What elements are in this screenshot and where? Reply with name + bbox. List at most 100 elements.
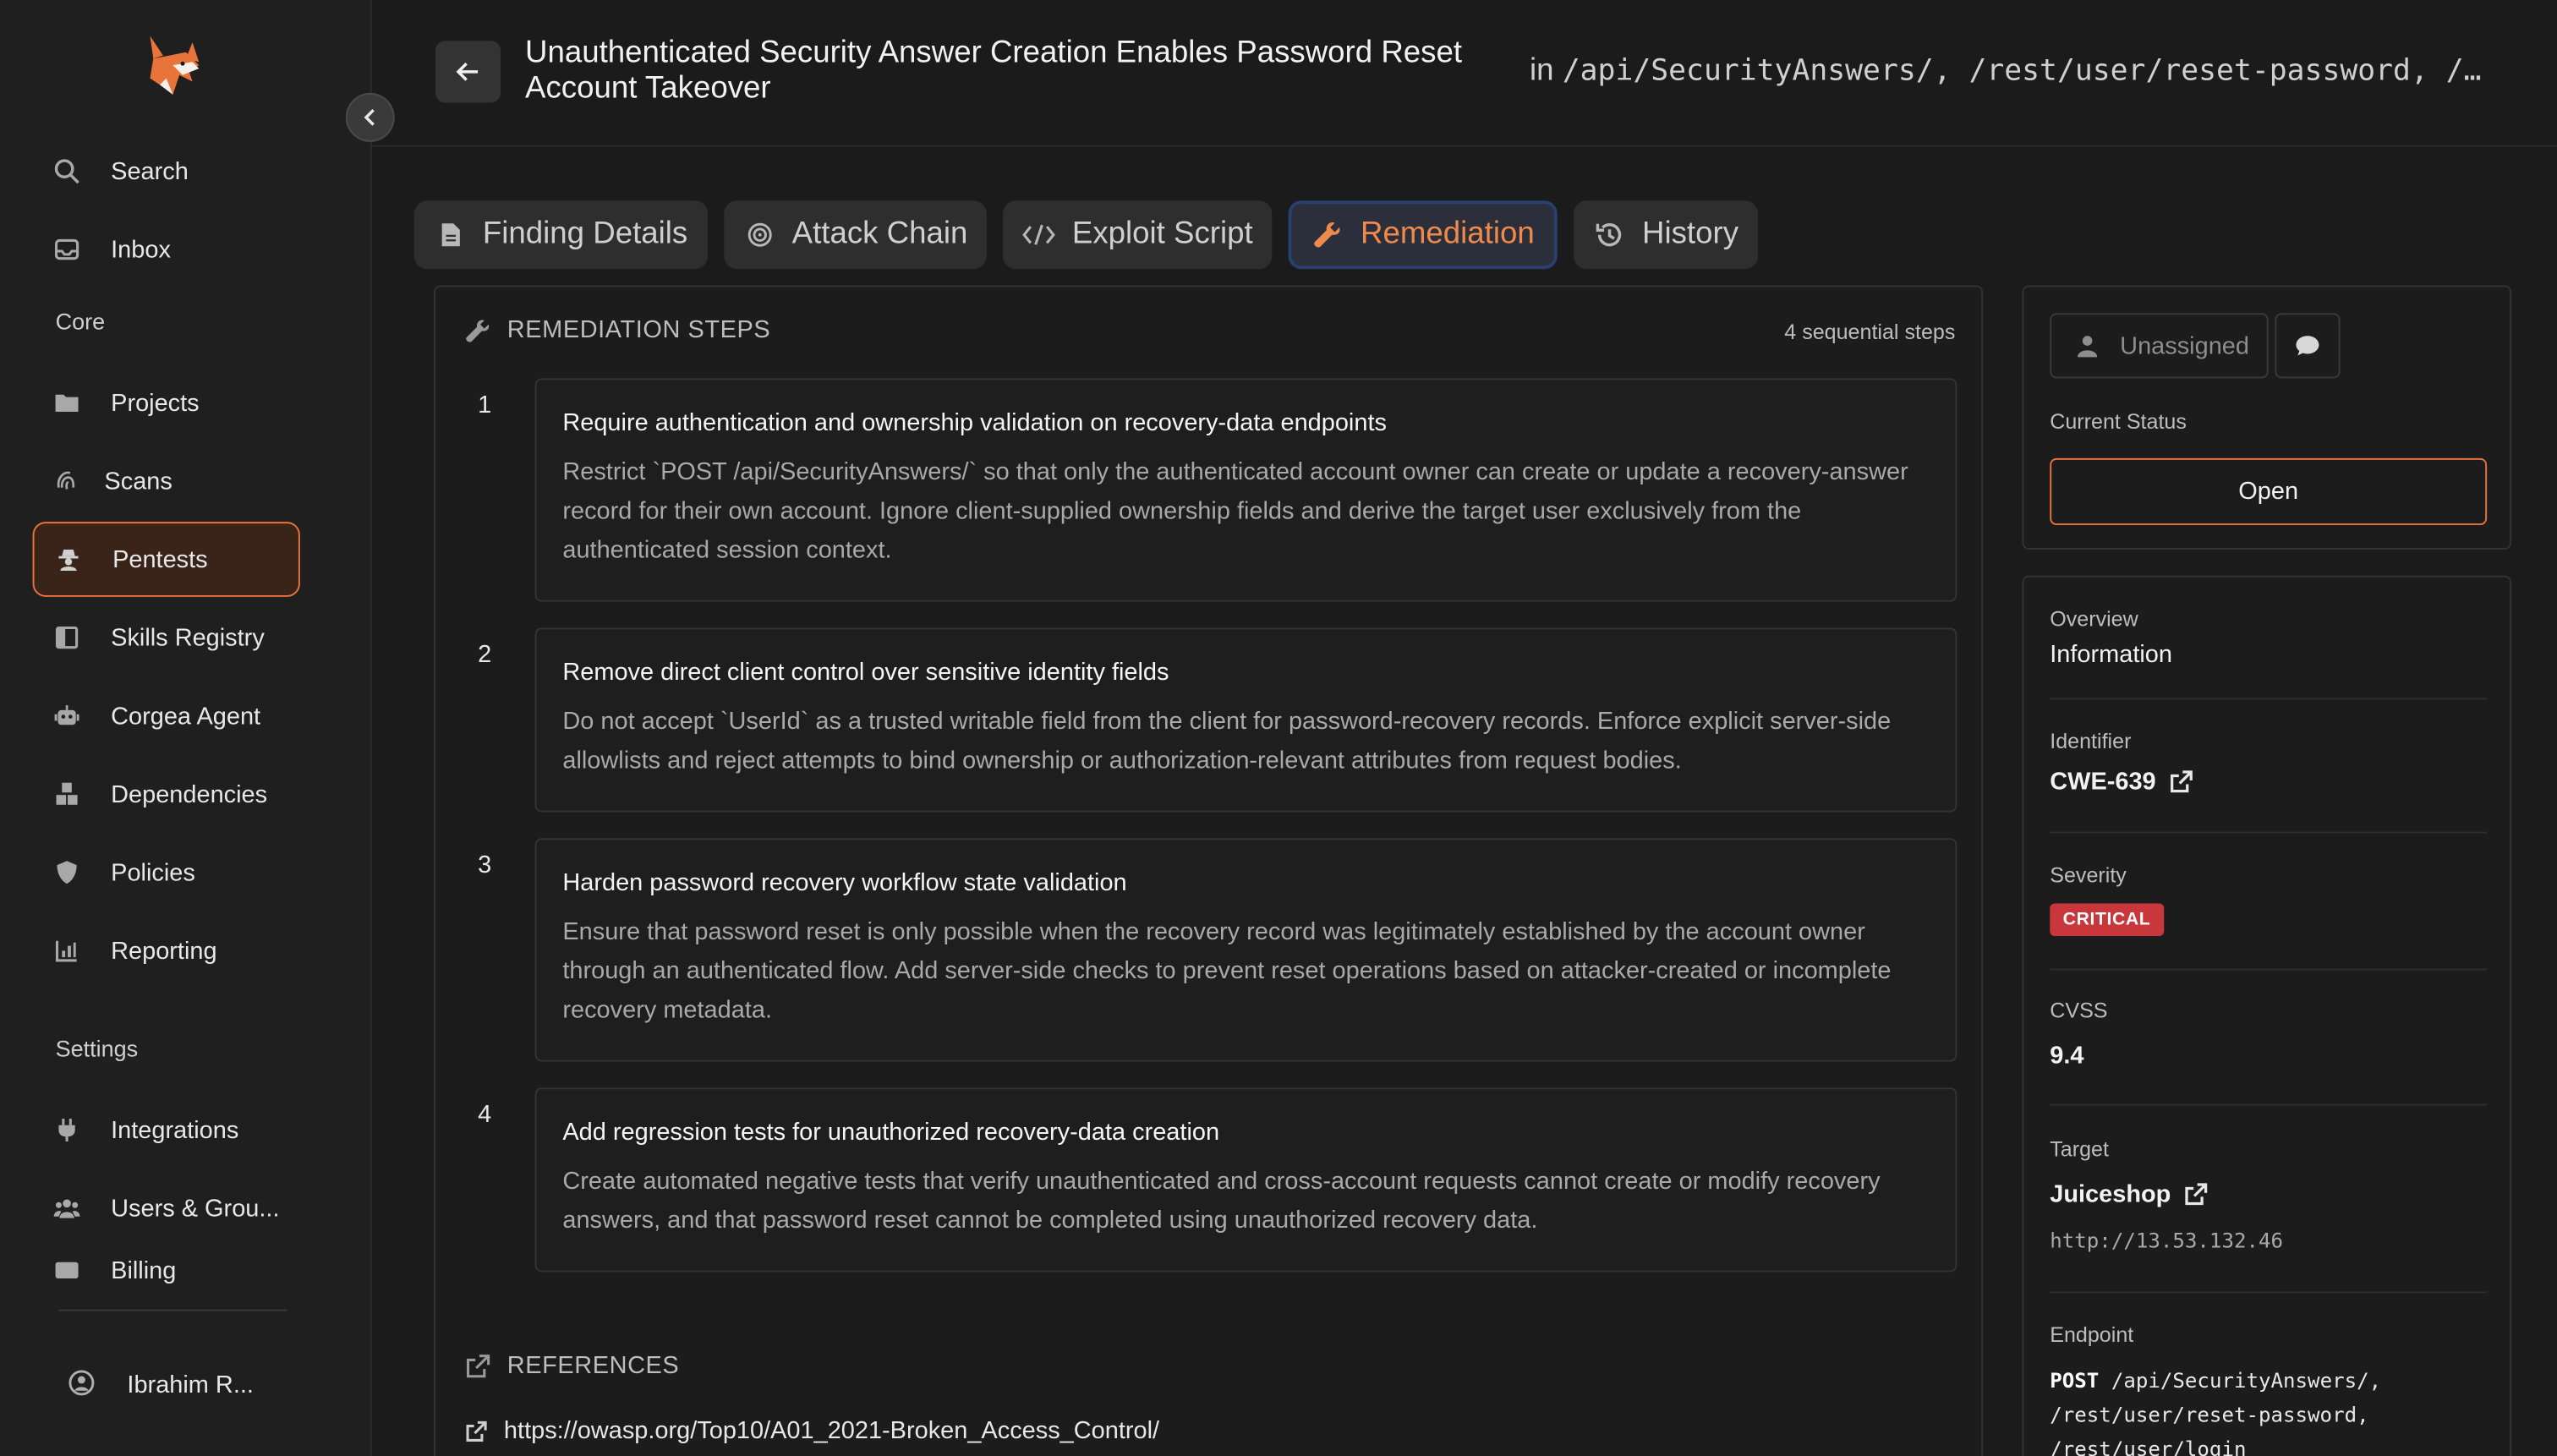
code-icon — [1023, 218, 1056, 251]
settings-section-label: Settings — [55, 1035, 139, 1062]
tab-attack-chain[interactable]: Attack Chain — [723, 200, 988, 270]
remediation-heading-label: REMEDIATION STEPS — [506, 316, 771, 344]
tab-label: Finding Details — [482, 216, 688, 252]
field-label: Identifier — [2050, 729, 2132, 754]
sidebar-item-corgea-agent[interactable]: Corgea Agent — [33, 678, 300, 753]
comment-icon — [2295, 332, 2321, 359]
tab-finding-details[interactable]: Finding Details — [413, 200, 708, 270]
sidebar-item-label: Billing — [111, 1256, 177, 1284]
sidebar-item-skills-registry[interactable]: Skills Registry — [33, 600, 300, 676]
sidebar-item-integrations[interactable]: Integrations — [33, 1092, 300, 1168]
step-card: Add regression tests for unauthorized re… — [534, 1087, 1957, 1273]
step-card: Require authentication and ownership val… — [534, 378, 1957, 602]
sidebar-item-label: Pentests — [112, 545, 208, 573]
remediation-panel: REMEDIATION STEPS 4 sequential steps 1 R… — [434, 285, 1984, 1456]
step-title: Add regression tests for unauthorized re… — [562, 1119, 1220, 1147]
sidebar-item-inbox[interactable]: Inbox — [33, 212, 300, 287]
tab-label: Remediation — [1360, 216, 1535, 252]
step-title: Harden password recovery workflow state … — [562, 868, 1127, 897]
shield-icon — [52, 857, 82, 887]
book-icon — [52, 623, 82, 653]
tab-label: History — [1642, 216, 1739, 252]
location-paths: /api/SecurityAnswers/, /rest/user/reset-… — [1562, 53, 2482, 89]
user-circle-icon — [68, 1370, 98, 1399]
step-number: 3 — [478, 851, 492, 879]
sidebar-divider — [58, 1309, 287, 1311]
history-icon — [1593, 218, 1626, 251]
sidebar-item-scans[interactable]: Scans — [33, 444, 300, 519]
fox-logo-icon[interactable] — [144, 33, 202, 98]
tab-remediation[interactable]: Remediation — [1289, 200, 1558, 270]
sidebar-item-dependencies[interactable]: Dependencies — [33, 757, 300, 832]
core-section-label: Core — [55, 308, 106, 335]
comment-button[interactable] — [2275, 313, 2341, 379]
overview-value-text: Information — [2050, 640, 2172, 669]
divider — [2050, 698, 2488, 700]
sidebar-item-pentests[interactable]: Pentests — [32, 522, 300, 597]
endpoint-field: Endpoint POST /api/SecurityAnswers/, /re… — [2050, 1322, 2487, 1456]
search-icon — [52, 156, 82, 186]
sidebar-collapse-button[interactable] — [345, 92, 395, 142]
reference-link[interactable]: https://owasp.org/Top10/A01_2021-Broken_… — [465, 1417, 1159, 1445]
cubes-icon — [52, 780, 82, 809]
target-value: Juiceshop — [2050, 1180, 2171, 1209]
identifier-value: CWE-639 — [2050, 768, 2156, 796]
severity-badge: CRITICAL — [2050, 903, 2164, 937]
user-name: Ibrahim R... — [127, 1370, 254, 1399]
sidebar-item-search[interactable]: Search — [33, 134, 300, 209]
arrow-left-icon — [455, 58, 481, 85]
assignee-button[interactable]: Unassigned — [2050, 313, 2269, 379]
step-card: Harden password recovery workflow state … — [534, 838, 1957, 1062]
target-field: Target Juiceshop http://13.53.132.46 — [2050, 1136, 2487, 1252]
users-icon — [52, 1194, 82, 1223]
references-heading-label: REFERENCES — [506, 1351, 680, 1380]
sidebar-item-label: Dependencies — [111, 780, 268, 808]
step-number: 4 — [478, 1100, 492, 1129]
endpoint-path: /api/SecurityAnswers/, — [2099, 1368, 2382, 1393]
field-label: Overview — [2050, 606, 2138, 632]
page-title: Unauthenticated Security Answer Creation… — [525, 36, 1463, 107]
finding-header: Unauthenticated Security Answer Creation… — [371, 0, 2557, 147]
step-number: 2 — [478, 640, 492, 669]
sidebar-item-billing[interactable]: Billing — [33, 1256, 300, 1285]
tab-exploit-script[interactable]: Exploit Script — [1003, 200, 1273, 270]
sidebar-item-projects[interactable]: Projects — [33, 365, 300, 441]
reference-url: https://owasp.org/Top10/A01_2021-Broken_… — [503, 1416, 1160, 1445]
sidebar-item-reporting[interactable]: Reporting — [33, 913, 300, 988]
field-label: Endpoint — [2050, 1322, 2134, 1348]
step-title: Remove direct client control over sensit… — [562, 659, 1169, 687]
back-button[interactable] — [435, 41, 501, 103]
external-link-icon — [465, 1420, 488, 1442]
target-url: http://13.53.132.46 — [2050, 1228, 2284, 1253]
finding-location: in /api/SecurityAnswers/, /rest/user/res… — [1530, 54, 2524, 90]
status-select[interactable]: Open — [2050, 457, 2488, 526]
cvss-field: CVSS 9.4 — [2050, 998, 2487, 1070]
sidebar-item-label: Scans — [104, 467, 172, 495]
user-menu[interactable]: Ibrahim R... — [68, 1370, 254, 1399]
endpoint-method: POST — [2050, 1368, 2100, 1393]
tab-history[interactable]: History — [1574, 200, 1759, 270]
endpoint-path: /rest/user/login — [2050, 1437, 2247, 1456]
sidebar-item-label: Inbox — [111, 235, 171, 264]
field-label: Severity — [2050, 862, 2127, 888]
step-title: Require authentication and ownership val… — [562, 409, 1387, 437]
wrench-icon — [465, 317, 491, 343]
target-icon — [743, 218, 776, 251]
identifier-field: Identifier CWE-639 — [2050, 729, 2487, 796]
external-link-icon — [2169, 769, 2193, 794]
finding-tabs: Finding Details Attack Chain Exploit Scr… — [413, 200, 1759, 270]
sidebar-item-policies[interactable]: Policies — [33, 835, 300, 910]
cvss-value: 9.4 — [2050, 1042, 2084, 1070]
card-icon — [52, 1256, 82, 1285]
field-label: Target — [2050, 1136, 2109, 1162]
divider — [2050, 831, 2488, 834]
identifier-link[interactable]: CWE-639 — [2050, 768, 2487, 796]
sidebar-item-users-groups[interactable]: Users & Grou... — [33, 1171, 300, 1246]
file-icon — [434, 218, 467, 251]
step-body: Ensure that password reset is only possi… — [562, 917, 1892, 1025]
step-body: Create automated negative tests that ver… — [562, 1167, 1881, 1234]
divider — [2050, 968, 2488, 971]
references-heading: REFERENCES — [465, 1352, 680, 1380]
target-link[interactable]: Juiceshop — [2050, 1180, 2487, 1208]
sidebar-item-label: Reporting — [111, 936, 217, 965]
